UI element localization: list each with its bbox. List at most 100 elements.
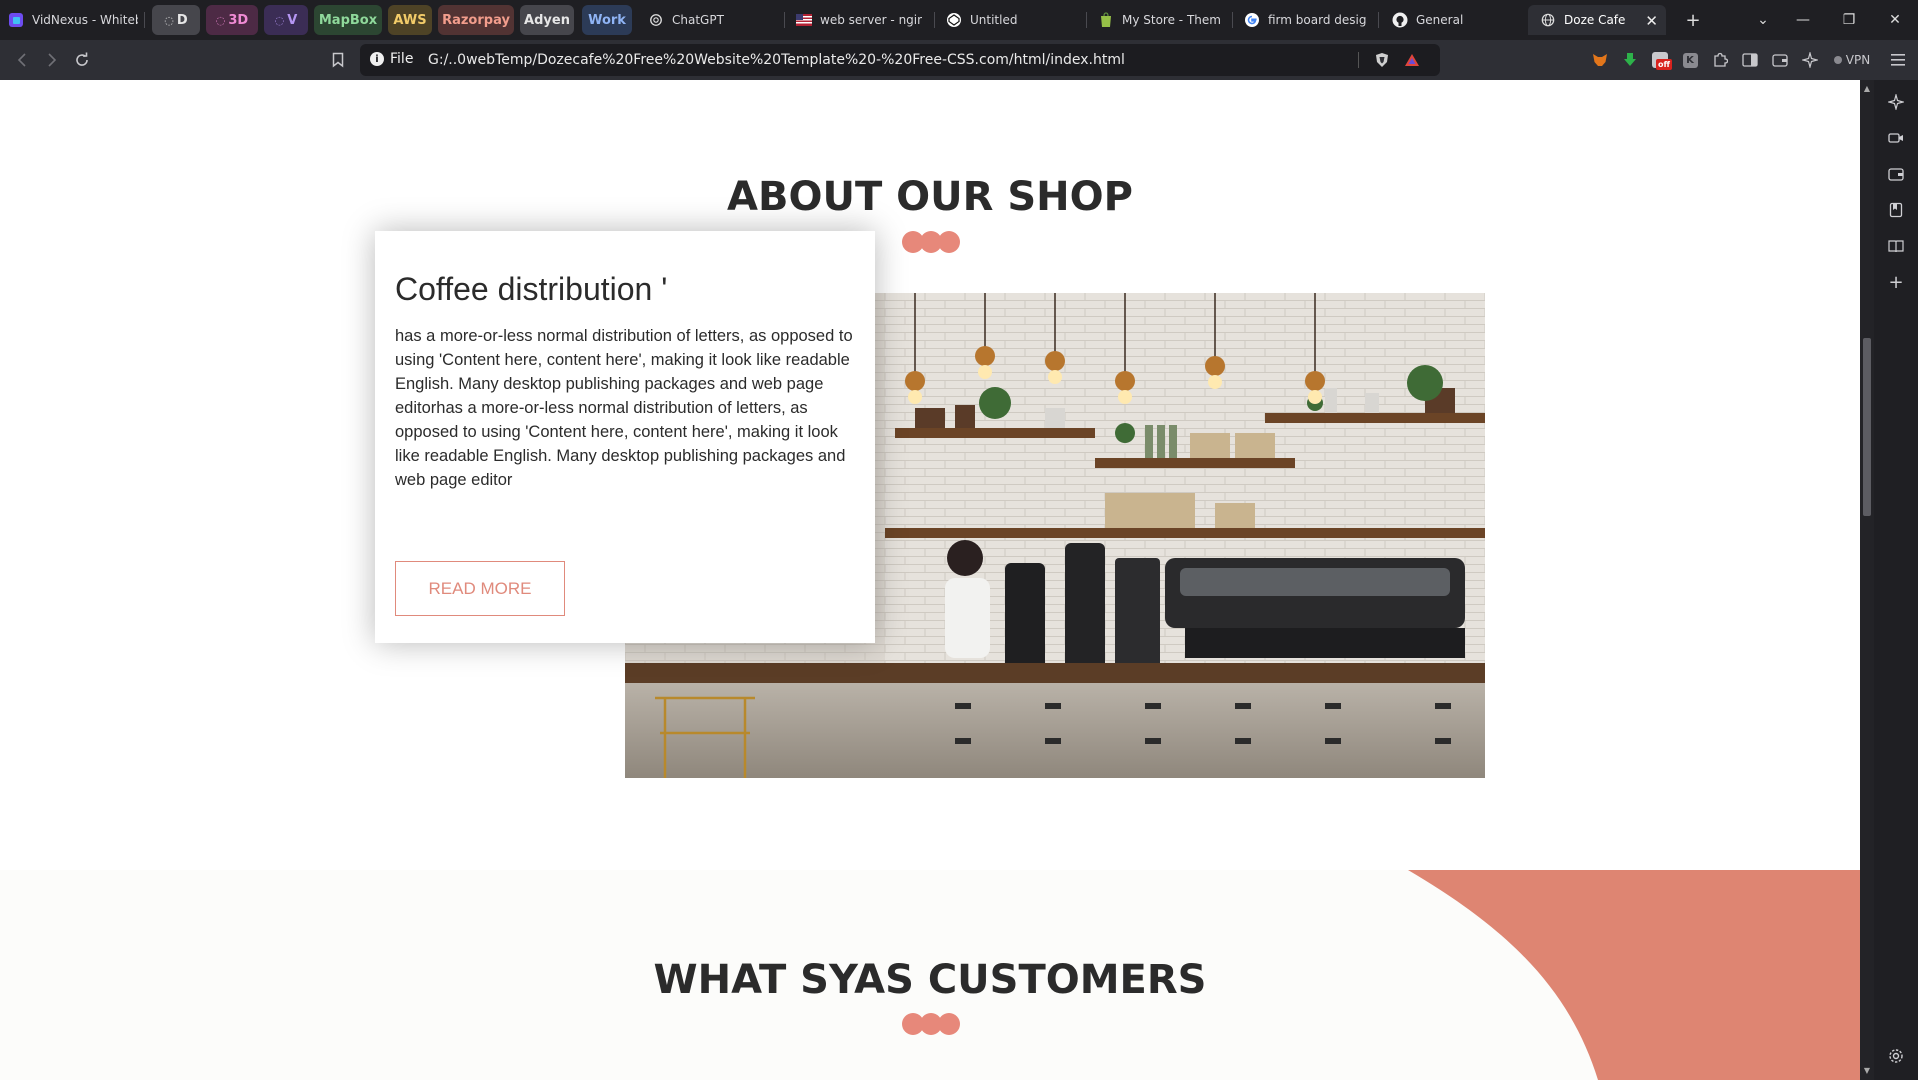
hamburger-menu-icon [1891,54,1905,66]
tab-group-label: Adyen [524,12,570,28]
sparkle-icon [1802,52,1818,68]
shopify-icon [1098,12,1114,28]
card-title: Coffee distribution ' [395,271,668,307]
download-arrow-icon [1624,53,1636,66]
browser-toolbar: i File G:/..0webTemp/Dozecafe%20Free%20W… [0,40,1918,80]
tab-group-label: 3D [228,12,249,28]
url-text[interactable]: G:/..0webTemp/Dozecafe%20Free%20Website%… [428,52,1125,68]
sparkle-icon [1888,94,1904,110]
scrollbar-thumb[interactable] [1863,338,1871,516]
close-window-button[interactable]: ✕ [1872,0,1918,40]
tab-group-3d[interactable]: ◌ 3D [206,5,258,35]
bookmarks-icon [1889,202,1903,218]
sidebar-settings-button[interactable] [1886,1046,1906,1066]
tab-title: Untitled [970,13,1018,27]
close-icon: ✕ [1889,12,1901,28]
tab-firm-board[interactable]: firm board design [1244,5,1366,35]
info-icon: i [370,52,384,66]
leo-ai-button[interactable] [1800,50,1820,70]
tab-my-store[interactable]: My Store - Themes [1098,5,1220,35]
close-tab-icon[interactable]: ✕ [1645,12,1658,30]
address-bar[interactable]: i File G:/..0webTemp/Dozecafe%20Free%20W… [360,44,1440,76]
wallet-icon [1772,54,1788,67]
title-dots-divider [902,231,960,253]
gear-icon [1889,1049,1903,1063]
tab-separator [934,12,935,28]
customers-section-title: WHAT SYAS CUSTOMERS [653,957,1207,1003]
sidebar-reading-list-button[interactable] [1886,236,1906,256]
new-tab-button[interactable]: + [1670,0,1716,40]
tab-group-razorpay[interactable]: Razorpay [438,5,514,35]
scheme-label: File [390,51,414,67]
rewards-triangle-icon [1405,54,1419,66]
tab-web-server[interactable]: web server - nginx [796,5,922,35]
codepen-icon [946,12,962,28]
tab-vidnexus[interactable]: VidNexus - Whiteb [8,5,138,35]
flag-icon [796,12,812,28]
minimize-button[interactable]: — [1780,0,1826,40]
tab-group-mapbox[interactable]: MapBox [314,5,382,35]
vidnexus-icon [8,12,24,28]
sidebar-wallet-button[interactable] [1886,164,1906,184]
sidebar-bookmarks-button[interactable] [1886,200,1906,220]
about-section-title: ABOUT OUR SHOP [727,174,1133,220]
read-more-button[interactable]: READ MORE [395,561,565,616]
tab-untitled[interactable]: Untitled [946,5,1076,35]
tab-group-aws[interactable]: AWS [388,5,432,35]
tab-title: web server - nginx [820,13,922,27]
sidebar-add-button[interactable]: + [1886,272,1906,293]
metamask-extension[interactable] [1590,50,1610,70]
k-extension[interactable]: K [1680,50,1700,70]
github-icon [1392,12,1408,28]
tab-group-adyen[interactable]: Adyen [520,5,574,35]
scroll-down-icon[interactable]: ▼ [1862,1066,1872,1076]
tab-group-label: Work [588,12,626,28]
tab-general[interactable]: General [1392,5,1520,35]
tab-group-label: V [287,12,298,28]
bookmark-button[interactable] [328,50,348,70]
sidebar-leo-button[interactable] [1886,92,1906,112]
tab-separator [1378,12,1379,28]
tab-group-d[interactable]: ◌ D [152,5,200,35]
site-info-button[interactable]: i File [370,51,413,67]
tab-doze-cafe[interactable]: Doze Cafe ✕ [1528,5,1666,35]
tab-title: VidNexus - Whiteb [32,13,138,27]
brave-shields-button[interactable] [1372,50,1392,70]
off-extension[interactable]: off [1650,50,1672,70]
page-scrollbar[interactable]: ▲ ▼ [1860,80,1874,1080]
omnibox-divider [1358,52,1359,68]
chevron-down-icon: ⌄ [1757,12,1769,28]
chatgpt-icon [648,12,664,28]
reload-button[interactable] [72,50,92,70]
forward-button[interactable] [42,50,62,70]
sidebar-toggle-button[interactable] [1740,50,1760,70]
wallet-button[interactable] [1770,50,1790,70]
card-text: has a more-or-less normal distribution o… [395,327,853,489]
brave-rewards-button[interactable] [1402,50,1422,70]
reading-list-icon [1888,240,1904,253]
google-icon [1244,12,1260,28]
tab-group-v[interactable]: ◌ V [264,5,308,35]
tab-chatgpt[interactable]: ChatGPT [648,5,770,35]
minimize-icon: — [1796,12,1810,28]
back-icon [17,53,26,67]
group-loop-icon: ◌ [164,13,174,27]
reload-icon [76,52,88,66]
vpn-button[interactable]: VPN [1832,50,1872,70]
vpn-label: VPN [1845,53,1871,67]
testimonial-section: WHAT SYAS CUSTOMERS [0,870,1860,1080]
plus-icon: + [1685,9,1701,31]
tab-title: My Store - Themes [1122,13,1220,27]
page-viewport: ABOUT OUR SHOP Coffee distribution ' has… [0,80,1860,1080]
extensions-button[interactable] [1710,50,1730,70]
video-camera-icon [1888,133,1903,143]
scroll-up-icon[interactable]: ▲ [1862,84,1872,94]
tab-group-label: D [176,12,188,28]
tab-separator [144,12,145,28]
back-button[interactable] [12,50,32,70]
sidebar-talk-button[interactable] [1886,128,1906,148]
download-extension[interactable] [1620,50,1640,70]
main-menu-button[interactable] [1888,50,1908,70]
restore-button[interactable]: ❐ [1826,0,1872,40]
tab-group-work[interactable]: Work [582,5,632,35]
